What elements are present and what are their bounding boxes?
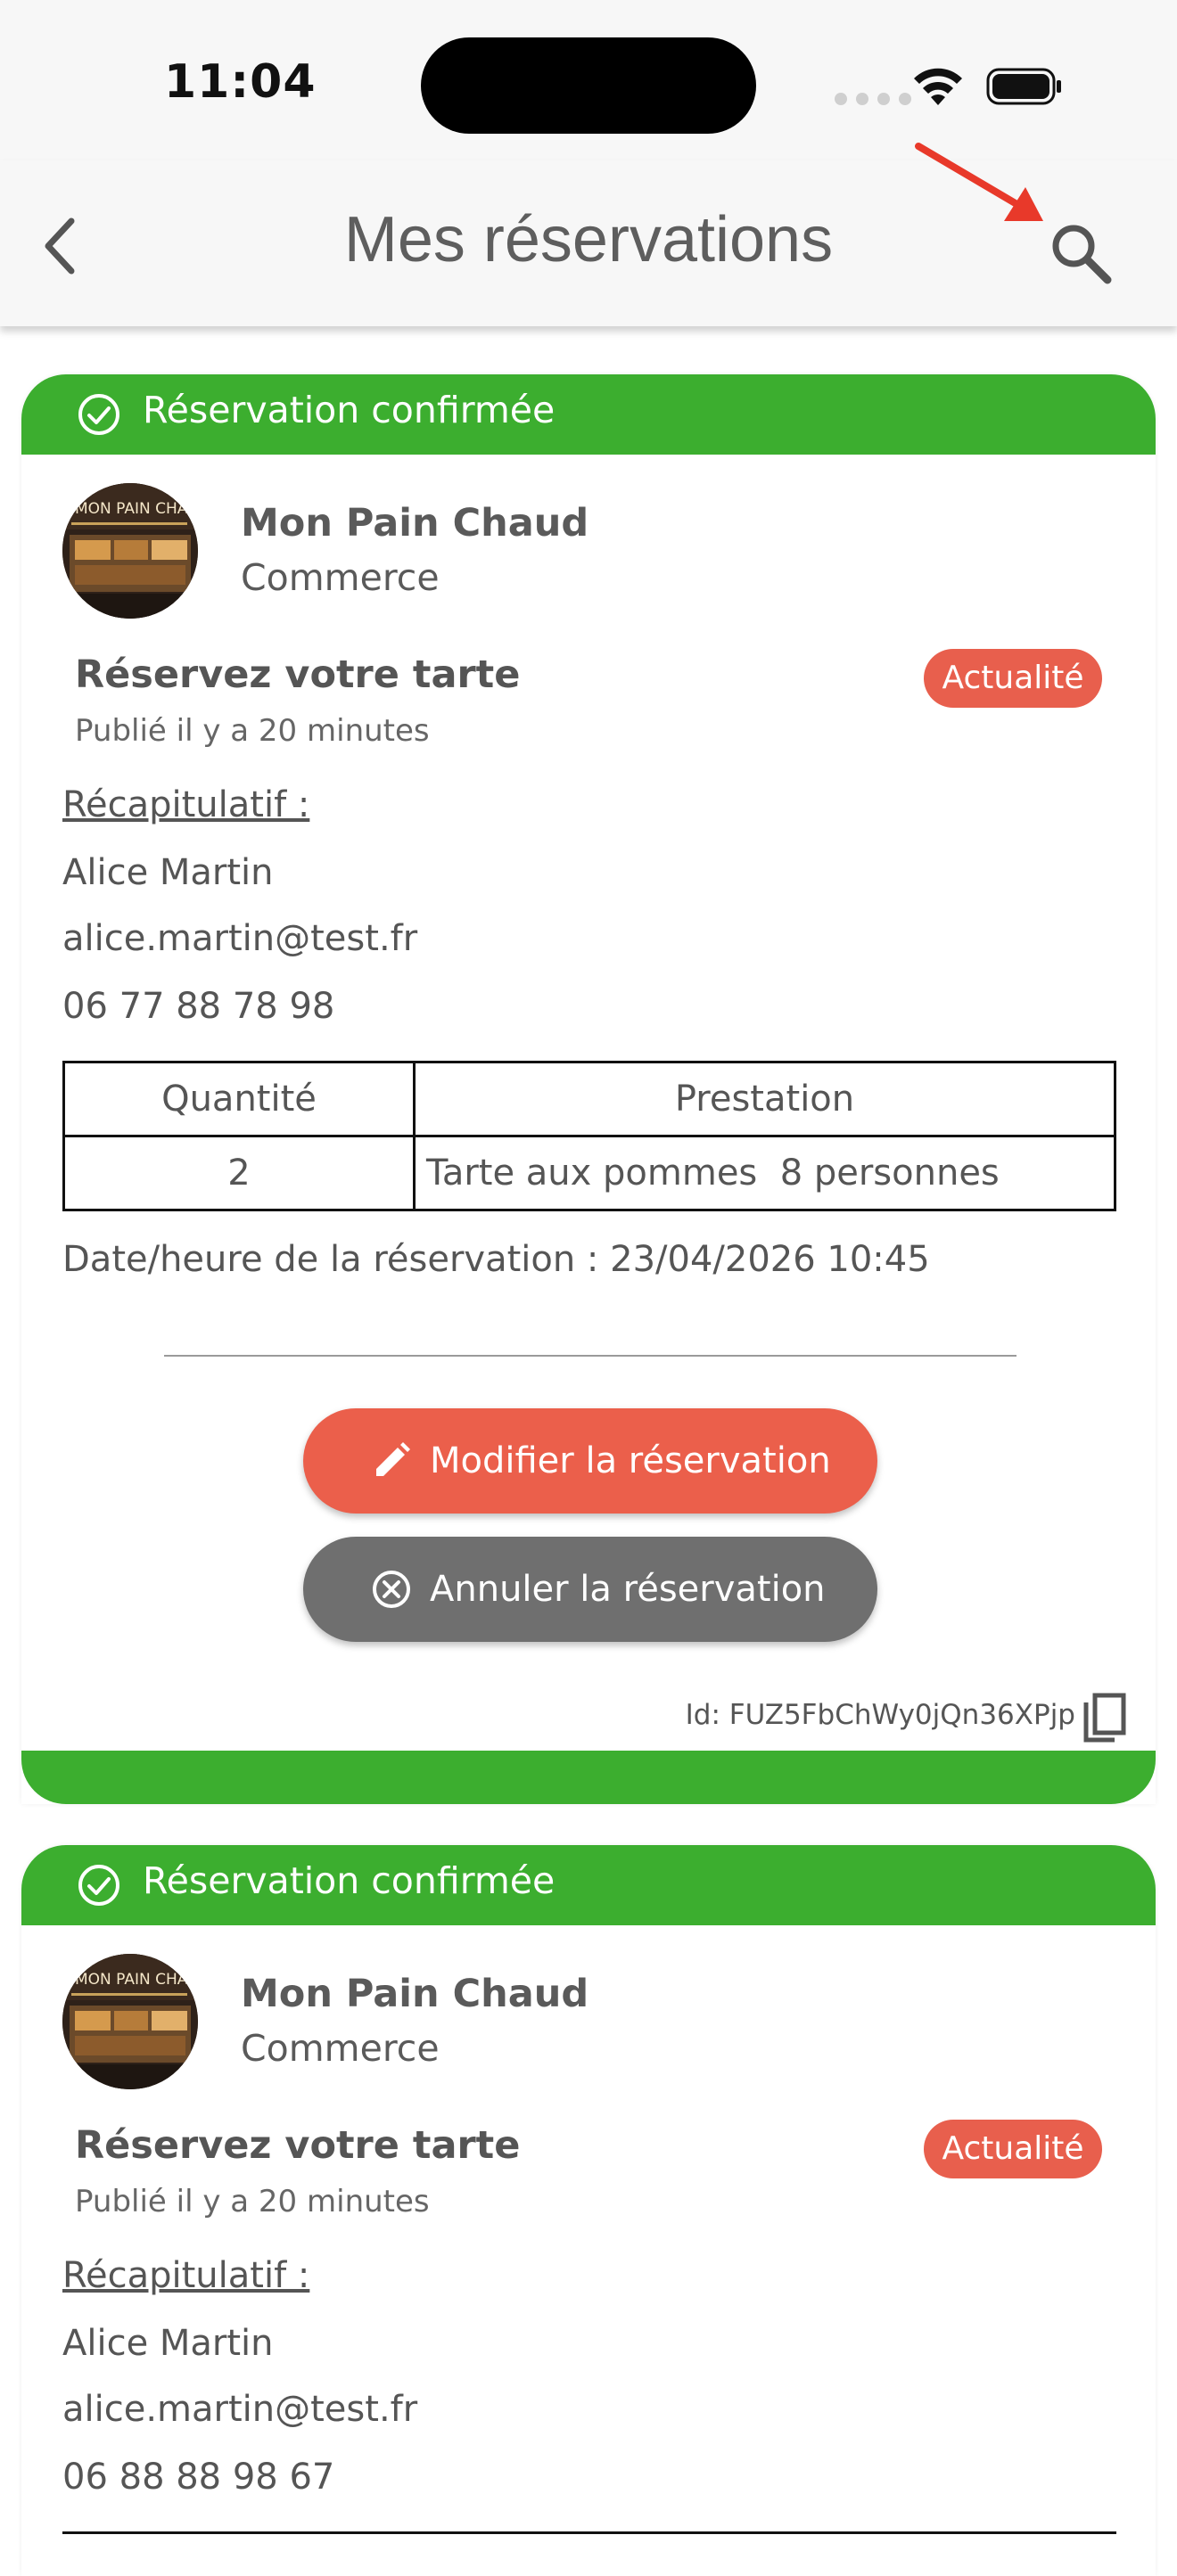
- status-text: Réservation confirmée: [143, 1859, 556, 1902]
- category-badge: Actualité: [924, 2120, 1102, 2178]
- status-time: 11:04: [164, 55, 317, 109]
- copy-icon[interactable]: [1081, 1692, 1129, 1745]
- cancel-reservation-button[interactable]: Annuler la réservation: [303, 1537, 877, 1642]
- prestation-cell: Tarte aux pommes 8 personnes: [413, 1135, 1116, 1211]
- avatar-sign: MON PAIN CHA: [75, 1971, 188, 1989]
- search-icon[interactable]: [1045, 217, 1116, 289]
- customer-phone: 06 88 88 98 67: [62, 2457, 335, 2498]
- table-top-border: [62, 2531, 1116, 2534]
- table-row: 2 Tarte aux pommes 8 personnes: [62, 1135, 1116, 1211]
- summary-label: Récapitulatif :: [62, 784, 310, 825]
- column-header: Prestation: [413, 1061, 1116, 1137]
- cellular-signal-icon: [835, 93, 911, 105]
- edit-reservation-button[interactable]: Modifier la réservation: [303, 1408, 877, 1514]
- post-date: Publié il y a 20 minutes: [75, 2184, 430, 2219]
- divider: [164, 1355, 1017, 1357]
- merchant-avatar[interactable]: MON PAIN CHA: [62, 483, 198, 619]
- cancel-circle-icon: [373, 1571, 410, 1608]
- pencil-icon: [376, 1442, 410, 1476]
- reservation-card: Réservation confirmée MON PAIN CHA Mon P…: [21, 1845, 1156, 2576]
- card-footer: [21, 1751, 1156, 1804]
- status-banner: Réservation confirmée: [21, 374, 1156, 455]
- merchant-name: Mon Pain Chaud: [241, 1972, 589, 2016]
- check-circle-icon: [78, 1865, 119, 1906]
- merchant-avatar[interactable]: MON PAIN CHA: [62, 1954, 198, 2089]
- battery-icon: [986, 68, 1061, 105]
- status-bar: 11:04: [0, 0, 1177, 160]
- merchant-type: Commerce: [241, 2027, 440, 2070]
- reservation-id: Id: FUZ5FbChWy0jQn36XPjp: [685, 1699, 1075, 1731]
- annotation-arrow: [915, 143, 1043, 221]
- post-date: Publié il y a 20 minutes: [75, 713, 430, 749]
- column-header: Quantité: [62, 1061, 416, 1137]
- customer-phone: 06 77 88 78 98: [62, 986, 335, 1027]
- customer-email: alice.martin@test.fr: [62, 918, 418, 959]
- booking-datetime: Date/heure de la réservation : 23/04/202…: [62, 1239, 930, 1280]
- wifi-icon: [914, 68, 962, 105]
- post-title: Réservez votre tarte: [75, 652, 521, 697]
- prestation-table: Quantité Prestation 2 Tarte aux pommes 8…: [62, 1061, 1116, 1211]
- category-badge: Actualité: [924, 649, 1102, 708]
- customer-name: Alice Martin: [62, 852, 274, 893]
- quantity-cell: 2: [62, 1135, 416, 1211]
- dynamic-island: [421, 37, 756, 134]
- summary-label: Récapitulatif :: [62, 2255, 310, 2296]
- edit-button-label: Modifier la réservation: [430, 1440, 831, 1481]
- avatar-sign: MON PAIN CHA: [75, 500, 188, 518]
- cancel-button-label: Annuler la réservation: [430, 1569, 826, 1610]
- check-circle-icon: [78, 394, 119, 435]
- merchant-type: Commerce: [241, 556, 440, 599]
- table-header-row: Quantité Prestation: [62, 1061, 1116, 1137]
- status-text: Réservation confirmée: [143, 389, 556, 431]
- merchant-name: Mon Pain Chaud: [241, 501, 589, 546]
- status-banner: Réservation confirmée: [21, 1845, 1156, 1925]
- reservation-card: Réservation confirmée MON PAIN CHA Mon P…: [21, 374, 1156, 1804]
- customer-name: Alice Martin: [62, 2323, 274, 2364]
- customer-email: alice.martin@test.fr: [62, 2389, 418, 2430]
- post-title: Réservez votre tarte: [75, 2123, 521, 2168]
